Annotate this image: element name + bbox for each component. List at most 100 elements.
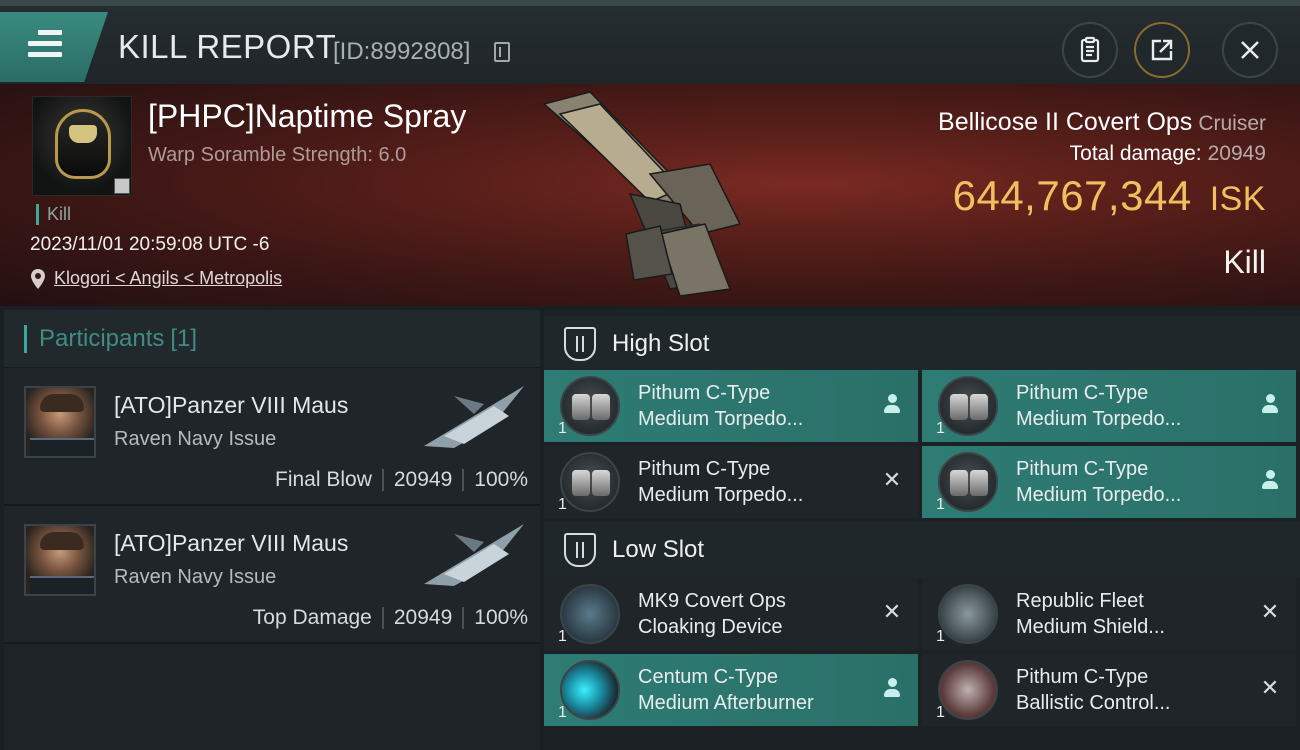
close-icon xyxy=(1241,41,1259,59)
kill-banner: [PHPC]Naptime Spray Warp Soramble Streng… xyxy=(0,84,1300,306)
low-slot-icon xyxy=(564,533,596,567)
module-item[interactable]: 1 Pithum C-Type Medium Torpedo... ✕ xyxy=(544,446,918,518)
participants-label: Participants xyxy=(24,324,164,353)
participant-row[interactable]: [ATO]Panzer VIII Maus Raven Navy Issue T… xyxy=(4,506,540,644)
low-slot-header: Low Slot xyxy=(544,522,1300,578)
torpedo-launcher-icon xyxy=(938,452,998,512)
location-pin-icon xyxy=(31,269,45,289)
module-qty: 1 xyxy=(558,704,567,721)
module-qty: 1 xyxy=(558,628,567,645)
high-slot-label: High Slot xyxy=(612,330,710,357)
clipboard-button[interactable] xyxy=(1062,22,1118,78)
share-icon xyxy=(1151,39,1173,61)
module-type: Cloaking Device xyxy=(638,616,783,638)
destroyed-x-icon: ✕ xyxy=(1260,675,1280,700)
module-qty: 1 xyxy=(936,496,945,513)
destroyed-x-icon: ✕ xyxy=(882,467,902,492)
copy-icon[interactable] xyxy=(494,42,510,62)
module-name: Centum C-Type xyxy=(638,666,779,688)
participant-percent: 100% xyxy=(474,606,528,629)
module-name: MK9 Covert Ops xyxy=(638,590,786,612)
ship-image xyxy=(542,91,742,297)
shield-icon xyxy=(938,584,998,644)
participant-percent: 100% xyxy=(474,468,528,491)
participant-damage: 20949 xyxy=(393,468,453,491)
module-type: Medium Torpedo... xyxy=(638,484,804,506)
module-name: Republic Fleet xyxy=(1016,590,1144,612)
torpedo-launcher-icon xyxy=(938,376,998,436)
participant-portrait[interactable] xyxy=(24,386,96,458)
module-name: Pithum C-Type xyxy=(1016,458,1149,480)
module-item[interactable]: 1 Pithum C-Type Ballistic Control... ✕ xyxy=(922,654,1296,726)
participant-portrait[interactable] xyxy=(24,524,96,596)
participant-row[interactable]: [ATO]Panzer VIII Maus Raven Navy Issue F… xyxy=(4,368,540,506)
fitting-panel: High Slot 1 Pithum C-Type Medium Torpedo… xyxy=(544,310,1300,750)
ship-name[interactable]: Bellicose II Covert Ops Cruiser xyxy=(938,108,1266,137)
module-item[interactable]: 1 MK9 Covert Ops Cloaking Device ✕ xyxy=(544,578,918,650)
participant-role: Top Damage xyxy=(252,606,372,629)
module-type: Ballistic Control... xyxy=(1016,692,1171,714)
module-type: Medium Afterburner xyxy=(638,692,814,714)
module-item[interactable]: 1 Pithum C-Type Medium Torpedo... xyxy=(922,370,1296,442)
participant-name[interactable]: [ATO]Panzer VIII Maus xyxy=(114,392,348,419)
low-slot-label: Low Slot xyxy=(612,536,705,563)
module-qty: 1 xyxy=(558,420,567,437)
module-type: Medium Shield... xyxy=(1016,616,1165,638)
kill-result: Kill xyxy=(1223,244,1266,280)
ballistic-control-icon xyxy=(938,660,998,720)
torpedo-launcher-icon xyxy=(560,452,620,512)
module-item[interactable]: 1 Pithum C-Type Medium Torpedo... xyxy=(544,370,918,442)
victim-avatar[interactable] xyxy=(32,96,132,196)
victim-name[interactable]: [PHPC]Naptime Spray xyxy=(148,98,466,135)
participant-role: Final Blow xyxy=(275,468,372,491)
kill-tag: Kill xyxy=(36,204,71,225)
dropped-person-icon xyxy=(880,676,904,700)
participant-ship: Raven Navy Issue xyxy=(114,566,277,588)
dropped-person-icon xyxy=(1258,392,1282,416)
total-damage: Total damage: 20949 xyxy=(1069,142,1266,165)
participant-ship-image xyxy=(424,386,524,448)
page-title: KILL REPORT xyxy=(118,28,337,65)
location-link[interactable]: Klogori < Angils < Metropolis xyxy=(54,268,282,289)
module-name: Pithum C-Type xyxy=(638,458,771,480)
hamburger-icon xyxy=(28,30,62,63)
participant-stats: Top Damage 20949 100% xyxy=(253,606,528,630)
module-name: Pithum C-Type xyxy=(1016,666,1149,688)
afterburner-icon xyxy=(560,660,620,720)
participants-header: Participants [1] xyxy=(4,310,540,368)
high-slot-icon xyxy=(564,327,596,361)
participant-ship: Raven Navy Issue xyxy=(114,428,277,450)
high-slot-header: High Slot xyxy=(544,316,1300,372)
module-item[interactable]: 1 Centum C-Type Medium Afterburner xyxy=(544,654,918,726)
module-type: Medium Torpedo... xyxy=(1016,484,1182,506)
close-button[interactable] xyxy=(1222,22,1278,78)
corp-badge-icon xyxy=(114,178,130,194)
module-item[interactable]: 1 Republic Fleet Medium Shield... ✕ xyxy=(922,578,1296,650)
share-button[interactable] xyxy=(1134,22,1190,78)
module-qty: 1 xyxy=(936,628,945,645)
top-bar: KILL REPORT [ID:8992808] xyxy=(0,0,1300,84)
destroyed-x-icon: ✕ xyxy=(882,599,902,624)
participant-ship-image xyxy=(424,524,524,586)
clipboard-icon xyxy=(1080,36,1100,63)
module-name: Pithum C-Type xyxy=(1016,382,1149,404)
participant-name[interactable]: [ATO]Panzer VIII Maus xyxy=(114,530,348,557)
cloaking-device-icon xyxy=(560,584,620,644)
module-qty: 1 xyxy=(936,420,945,437)
kill-datetime: 2023/11/01 20:59:08 UTC -6 xyxy=(30,234,270,255)
warp-scramble-strength: Warp Soramble Strength: 6.0 xyxy=(148,144,407,166)
module-item[interactable]: 1 Pithum C-Type Medium Torpedo... xyxy=(922,446,1296,518)
participant-damage: 20949 xyxy=(393,606,453,629)
module-qty: 1 xyxy=(936,704,945,721)
dropped-person-icon xyxy=(880,392,904,416)
dropped-person-icon xyxy=(1258,468,1282,492)
report-id: [ID:8992808] xyxy=(333,38,471,65)
destroyed-x-icon: ✕ xyxy=(1260,599,1280,624)
participants-count: [1] xyxy=(170,324,198,352)
module-name: Pithum C-Type xyxy=(638,382,771,404)
menu-button[interactable] xyxy=(0,12,108,82)
module-type: Medium Torpedo... xyxy=(638,408,804,430)
participant-stats: Final Blow 20949 100% xyxy=(275,468,528,492)
isk-value: 644,767,344 ISK xyxy=(952,172,1266,219)
module-qty: 1 xyxy=(558,496,567,513)
